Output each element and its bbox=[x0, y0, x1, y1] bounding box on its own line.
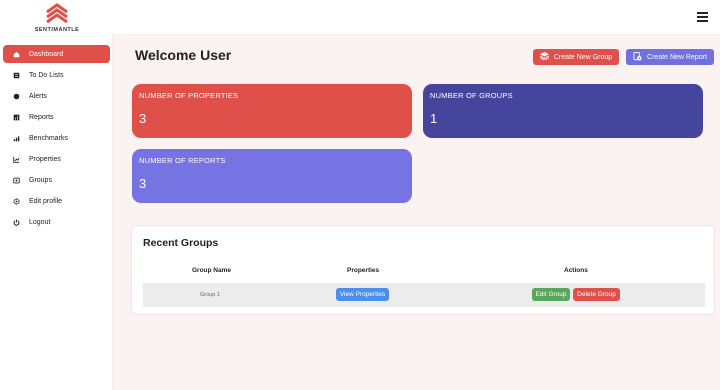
report-add-icon bbox=[633, 51, 642, 63]
stat-card-groups: NUMBER OF GROUPS 1 bbox=[423, 84, 703, 138]
sidebar-item-label: Benchmarks bbox=[29, 134, 68, 142]
edit-group-button[interactable]: Edit Group bbox=[532, 288, 570, 301]
groups-icon bbox=[3, 177, 29, 184]
brand-logo[interactable]: SENTIMANTLE bbox=[32, 3, 82, 33]
sidebar-item-groups[interactable]: Groups bbox=[3, 171, 110, 189]
create-group-label: Create New Group bbox=[553, 53, 613, 61]
sidebar-item-label: Logout bbox=[29, 218, 51, 226]
group-name-cell: Group 1 bbox=[200, 292, 220, 298]
sidebar-item-label: Reports bbox=[29, 113, 54, 121]
sidebar-item-label: To Do Lists bbox=[29, 71, 64, 79]
hamburger-icon[interactable] bbox=[697, 12, 708, 22]
sidebar-item-label: Dashboard bbox=[29, 50, 64, 58]
delete-group-button[interactable]: Delete Group bbox=[573, 288, 620, 301]
page-title: Welcome User bbox=[135, 47, 232, 63]
stat-card-properties: NUMBER OF PROPERTIES 3 bbox=[132, 84, 412, 138]
column-header-properties: Properties bbox=[347, 267, 380, 274]
sidebar-item-alerts[interactable]: Alerts bbox=[3, 87, 110, 105]
sidebar-item-dashboard[interactable]: Dashboard bbox=[3, 45, 110, 63]
layers-icon bbox=[539, 52, 549, 62]
recent-groups-panel: Recent Groups Group Name Properties Acti… bbox=[131, 225, 715, 315]
sidebar: Dashboard To Do Lists Alerts Reports Ben… bbox=[0, 34, 113, 390]
logo-icon bbox=[46, 3, 68, 24]
alert-icon bbox=[3, 93, 29, 100]
sidebar-item-todo-lists[interactable]: To Do Lists bbox=[3, 66, 110, 84]
sidebar-item-properties[interactable]: Properties bbox=[3, 150, 110, 168]
power-icon bbox=[3, 219, 29, 226]
sidebar-item-edit-profile[interactable]: Edit profile bbox=[3, 192, 110, 210]
stat-value: 3 bbox=[139, 176, 147, 191]
line-chart-icon bbox=[3, 156, 29, 163]
stat-value: 1 bbox=[430, 111, 438, 126]
create-report-label: Create New Report bbox=[647, 53, 707, 61]
list-icon bbox=[3, 72, 29, 79]
view-properties-button[interactable]: View Properties bbox=[336, 288, 389, 301]
sidebar-item-label: Groups bbox=[29, 176, 52, 184]
create-report-button[interactable]: Create New Report bbox=[626, 49, 714, 65]
panel-title: Recent Groups bbox=[143, 237, 219, 249]
home-icon bbox=[3, 51, 29, 58]
sidebar-item-label: Properties bbox=[29, 155, 61, 163]
stat-label: NUMBER OF PROPERTIES bbox=[139, 91, 239, 100]
create-group-button[interactable]: Create New Group bbox=[533, 49, 619, 65]
stat-value: 3 bbox=[139, 111, 147, 126]
column-header-group-name: Group Name bbox=[192, 267, 232, 274]
report-icon bbox=[3, 114, 29, 121]
sidebar-item-benchmarks[interactable]: Benchmarks bbox=[3, 129, 110, 147]
bar-chart-icon bbox=[3, 135, 29, 142]
stat-card-reports: NUMBER OF REPORTS 3 bbox=[132, 149, 412, 203]
stat-label: NUMBER OF REPORTS bbox=[139, 156, 226, 165]
sidebar-item-label: Edit profile bbox=[29, 197, 63, 205]
sidebar-item-reports[interactable]: Reports bbox=[3, 108, 110, 126]
top-bar: SENTIMANTLE bbox=[0, 0, 720, 34]
table-row: Group 1 View Properties Edit Group Delet… bbox=[143, 283, 705, 307]
column-header-actions: Actions bbox=[564, 267, 588, 274]
sidebar-item-logout[interactable]: Logout bbox=[3, 213, 110, 231]
gear-icon bbox=[3, 197, 29, 205]
stat-label: NUMBER OF GROUPS bbox=[430, 91, 513, 100]
brand-name: SENTIMANTLE bbox=[34, 27, 80, 33]
sidebar-item-label: Alerts bbox=[29, 92, 47, 100]
